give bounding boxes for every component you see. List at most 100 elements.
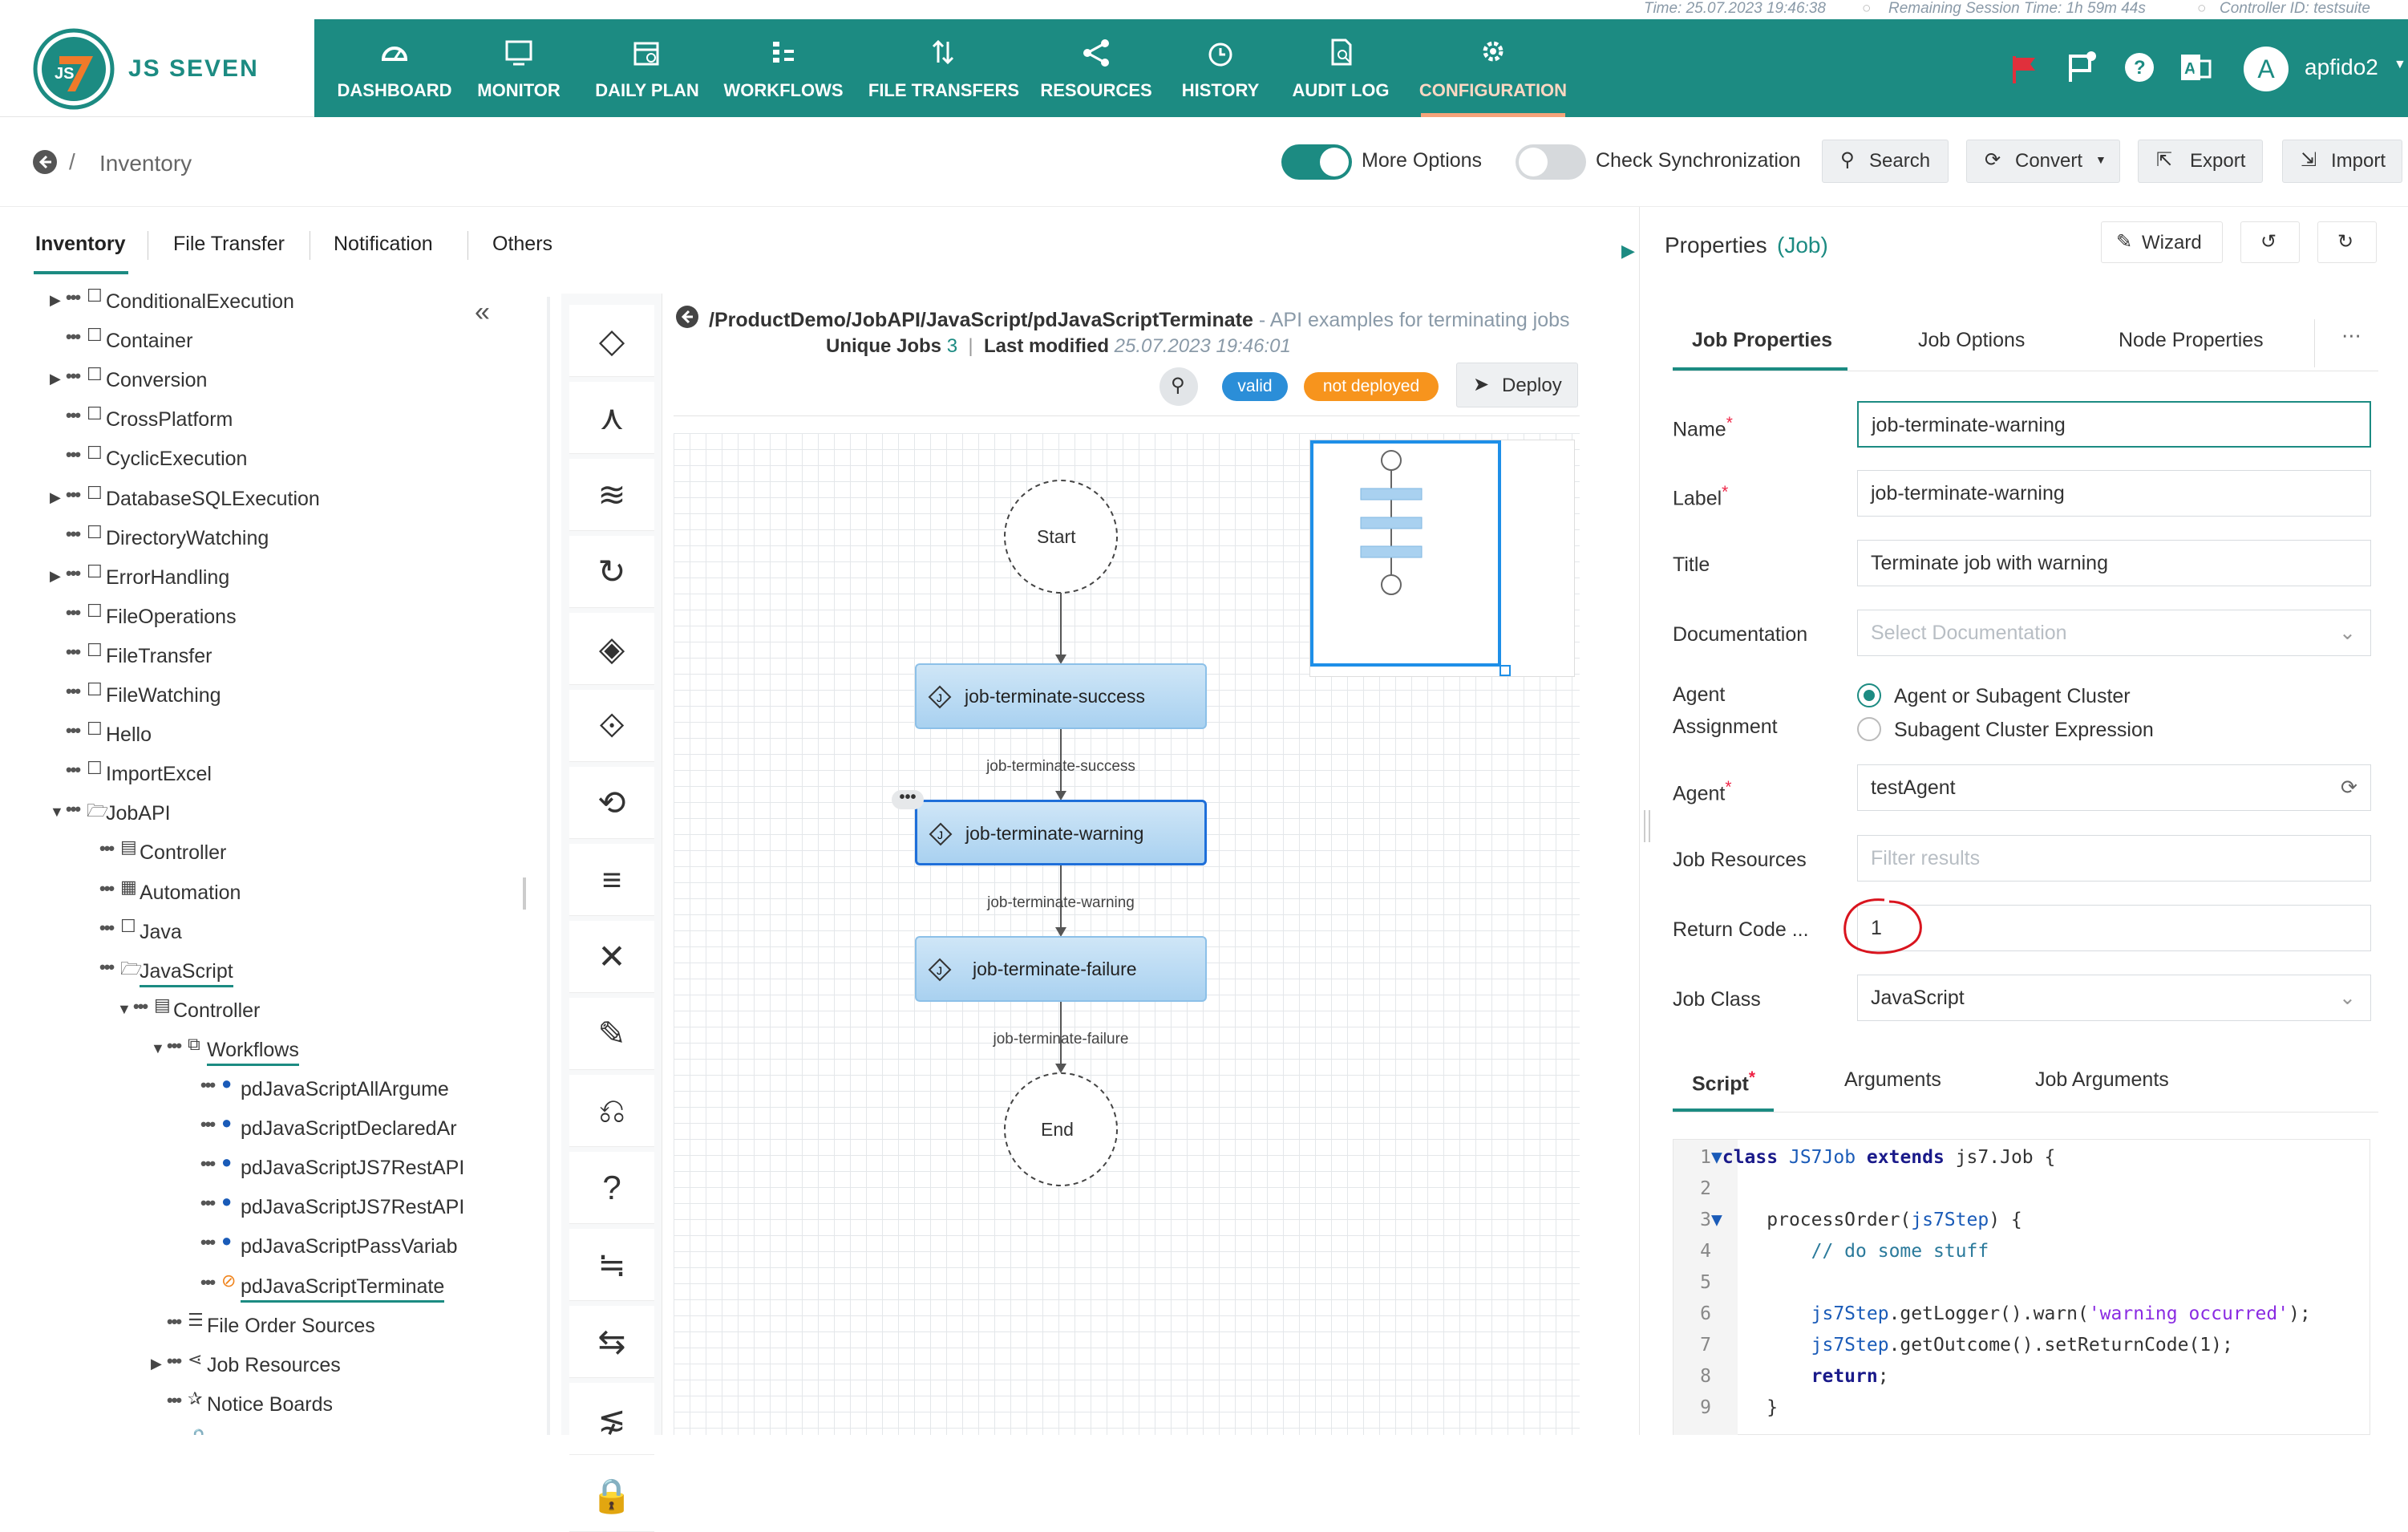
tab-node-properties[interactable]: Node Properties [2119, 329, 2264, 352]
tab-inventory[interactable]: Inventory [35, 233, 126, 256]
workflow-canvas[interactable]: Start End J job-terminate-success J job-… [674, 433, 1580, 1435]
tab-job-properties[interactable]: Job Properties [1692, 329, 1832, 352]
name-field[interactable]: job-terminate-warning [1857, 401, 2371, 448]
tree-folder[interactable]: ••• ☐ Java [0, 914, 545, 950]
avatar[interactable]: A [2244, 47, 2289, 91]
row-menu-icon[interactable]: ••• [66, 366, 81, 387]
title-field[interactable]: Terminate job with warning [1857, 540, 2371, 586]
caret-right-icon[interactable]: ▶ [151, 1356, 162, 1372]
job-resources-field[interactable]: Filter results [1857, 835, 2371, 882]
tab-notification[interactable]: Notification [334, 233, 433, 256]
row-menu-icon[interactable]: ••• [66, 799, 81, 820]
nav-daily-plan[interactable]: DAILY PLAN [587, 19, 707, 117]
tree-resource-locks[interactable]: •••🔒Resource Locks [0, 1426, 545, 1435]
tree-folder[interactable]: ••• ☐ ImportExcel [0, 756, 545, 792]
chevron-down-icon[interactable]: ▼ [2394, 58, 2406, 72]
check-sync-toggle[interactable] [1516, 144, 1586, 180]
caret-down-icon[interactable]: ▼ [117, 1001, 132, 1018]
row-menu-icon[interactable]: ••• [200, 1114, 216, 1135]
caret-right-icon[interactable]: ▶ [50, 489, 61, 506]
tree-controller[interactable]: ▼ ••• ▤ Controller [0, 993, 545, 1028]
minimap[interactable] [1309, 440, 1575, 677]
row-menu-icon[interactable]: ••• [66, 405, 81, 426]
tab-arguments[interactable]: Arguments [1844, 1068, 1941, 1092]
row-menu-icon[interactable]: ••• [66, 287, 81, 308]
row-menu-icon[interactable]: ••• [133, 996, 148, 1017]
help-icon[interactable]: ? [2122, 50, 2157, 85]
add-order-tool-button[interactable]: ≒ [569, 1229, 654, 1301]
tab-job-arguments[interactable]: Job Arguments [2035, 1068, 2169, 1092]
nav-configuration[interactable]: CONFIGURATION [1413, 19, 1573, 117]
job-tool-button[interactable]: ◇ [569, 305, 654, 377]
tree-file-order-sources[interactable]: ••• ☰ File Order Sources [0, 1308, 545, 1344]
consume-notice-tool-button[interactable]: ⋦ [569, 1383, 654, 1455]
fork-tool-button[interactable]: ⋏ [569, 382, 654, 454]
import-button[interactable]: ⇲ Import [2282, 140, 2402, 183]
tree-folder[interactable]: ••• ☐ DirectoryWatching [0, 521, 545, 556]
tree-workflow-item[interactable]: ••• ● pdJavaScriptJS7RestAPI [0, 1150, 545, 1185]
tree-folder[interactable]: ••• ☐ CrossPlatform [0, 402, 545, 437]
tree-notice-boards[interactable]: ••• ✰ Notice Boards [0, 1387, 545, 1422]
row-menu-icon[interactable]: ••• [66, 524, 81, 545]
nav-history[interactable]: HISTORY [1172, 19, 1269, 117]
resize-handle[interactable] [523, 877, 526, 910]
fail-tool-button[interactable]: ✕ [569, 921, 654, 993]
tab-file-transfer[interactable]: File Transfer [173, 233, 285, 256]
tree-workflow-item[interactable]: ••• ● pdJavaScriptAllArgume [0, 1072, 545, 1107]
row-menu-icon[interactable]: ••• [66, 681, 81, 702]
nav-dashboard[interactable]: DASHBOARD [330, 19, 459, 117]
back-arrow-icon[interactable] [675, 305, 699, 329]
search-workflow-button[interactable]: ⚲ [1159, 367, 1198, 406]
row-menu-icon[interactable]: ••• [99, 957, 115, 978]
question-tool-button[interactable]: ? [569, 1152, 654, 1224]
tree-folder-javascript[interactable]: ••• 🗁 JavaScript [0, 954, 545, 989]
row-menu-icon[interactable]: ••• [200, 1193, 216, 1214]
radio-subagent-expression[interactable] [1857, 717, 1881, 741]
refresh-icon[interactable]: ⟳ [2341, 765, 2357, 810]
tree-automation[interactable]: ••• ▦ Automation [0, 875, 545, 910]
expect-notice-tool-button[interactable]: ⇆ [569, 1306, 654, 1378]
tree-folder[interactable]: ••• ☐ CyclicExecution [0, 441, 545, 476]
undo-button[interactable]: ↺ [2240, 221, 2300, 263]
job-node-warning[interactable]: J job-terminate-warning [915, 800, 1207, 865]
tree-folder[interactable]: ••• ☐ FileOperations [0, 599, 545, 634]
tab-script[interactable]: Script* [1692, 1068, 1755, 1096]
row-menu-icon[interactable]: ••• [200, 1153, 216, 1174]
row-menu-icon[interactable]: ••• [167, 1036, 182, 1056]
row-menu-icon[interactable]: ••• [66, 760, 81, 780]
start-node[interactable]: Start [1037, 526, 1076, 548]
prompt-tool-button[interactable]: ✎ [569, 998, 654, 1070]
tree-workflow-item[interactable]: ••• ● pdJavaScriptJS7RestAPI [0, 1190, 545, 1225]
tree-folder[interactable]: ••• ☐ Hello [0, 717, 545, 752]
retry-tool-button[interactable]: ↻ [569, 536, 654, 608]
nav-file-transfers[interactable]: FILE TRANSFERS [868, 19, 1020, 117]
caret-right-icon[interactable]: ▶ [50, 371, 61, 387]
tree-folder[interactable]: ▶ ••• ☐ ErrorHandling [0, 560, 545, 595]
notification-flag-icon[interactable] [2064, 50, 2099, 85]
search-button[interactable]: ⚲ Search [1822, 140, 1949, 183]
tree-folder[interactable]: ▶ ••• ☐ ConditionalExecution [0, 284, 545, 319]
row-menu-icon[interactable]: ••• [167, 1311, 182, 1332]
tree-folder[interactable]: ••• ☐ FileWatching [0, 678, 545, 713]
end-node[interactable]: End [1041, 1119, 1074, 1141]
deploy-button[interactable]: ➤ Deploy [1456, 363, 1578, 407]
tree-workflow-item[interactable]: ••• ● pdJavaScriptPassVariab [0, 1229, 545, 1264]
username[interactable]: apfido2 [2305, 55, 2378, 80]
cycle-tool-button[interactable]: ⟲ [569, 767, 654, 839]
row-menu-icon[interactable]: ••• [66, 563, 81, 584]
translate-icon[interactable]: A [2178, 50, 2213, 85]
tree-folder[interactable]: ••• ☐ Container [0, 323, 545, 359]
more-tabs-icon[interactable]: ⋯ [2341, 324, 2361, 348]
row-menu-icon[interactable]: ••• [200, 1075, 216, 1096]
lock-instruction-tool-button[interactable]: ⎌ [569, 1075, 654, 1147]
row-menu-icon[interactable]: ••• [167, 1390, 182, 1411]
try-catch-tool-button[interactable]: ◈ [569, 613, 654, 685]
row-menu-icon[interactable]: ••• [66, 484, 81, 505]
flag-icon[interactable] [2006, 51, 2042, 87]
row-menu-icon[interactable]: ••• [66, 642, 81, 663]
logo-area[interactable]: JS JS SEVEN [0, 19, 314, 117]
wizard-button[interactable]: ✎ Wizard [2101, 221, 2223, 263]
return-code-field[interactable]: 1 [1857, 905, 2371, 951]
more-options-toggle[interactable] [1281, 144, 1352, 180]
agent-field[interactable]: testAgent ⟳ [1857, 764, 2371, 811]
